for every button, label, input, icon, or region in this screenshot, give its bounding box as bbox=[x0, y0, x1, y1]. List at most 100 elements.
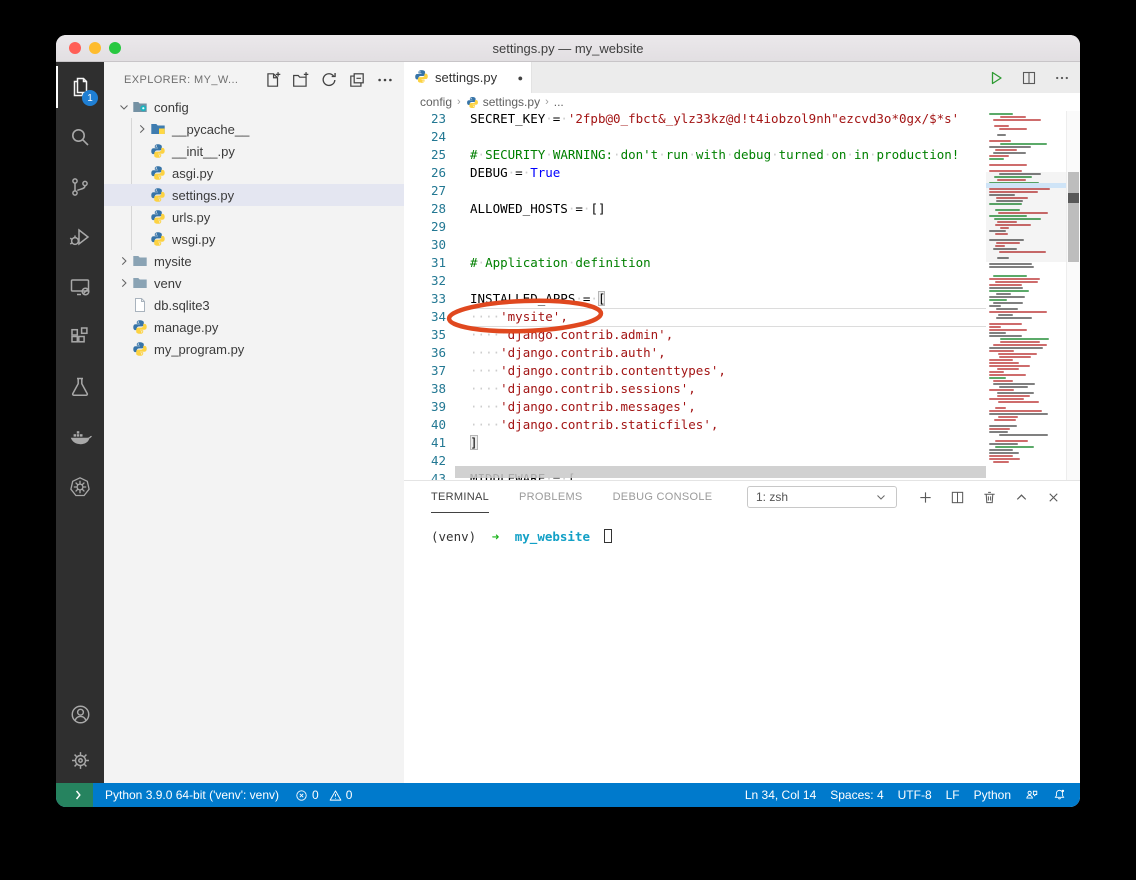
feedback-icon[interactable] bbox=[1018, 783, 1046, 807]
split-editor-button[interactable] bbox=[1021, 70, 1037, 86]
tree-item-label: venv bbox=[154, 276, 181, 291]
activity-test[interactable] bbox=[56, 362, 104, 412]
indentation-status[interactable]: Spaces: 4 bbox=[823, 783, 890, 807]
minimap-current-line bbox=[986, 183, 1066, 188]
breadcrumb: config › settings.py › ... bbox=[404, 93, 1080, 111]
tree-item-db-sqlite3[interactable]: db.sqlite3 bbox=[104, 294, 404, 316]
panel-tab-problems[interactable]: PROBLEMS bbox=[519, 481, 583, 513]
collapse-folders-icon[interactable] bbox=[348, 71, 366, 89]
line-number: 25 bbox=[404, 146, 446, 164]
minimap[interactable] bbox=[986, 111, 1066, 480]
zoom-window-button[interactable] bbox=[109, 42, 121, 54]
cursor-position-status[interactable]: Ln 34, Col 14 bbox=[738, 783, 823, 807]
activity-search[interactable] bbox=[56, 112, 104, 162]
activity-docker[interactable] bbox=[56, 412, 104, 462]
activity-run-debug[interactable] bbox=[56, 212, 104, 262]
minimap-line bbox=[989, 158, 1004, 160]
tree-item-mysite[interactable]: mysite bbox=[104, 250, 404, 272]
minimap-line bbox=[989, 452, 1019, 454]
maximize-panel-button[interactable] bbox=[1014, 490, 1029, 505]
scrollbar-thumb[interactable] bbox=[1068, 172, 1079, 262]
tab-strip: settings.py ● bbox=[404, 62, 1080, 93]
refresh-icon[interactable] bbox=[320, 71, 338, 89]
breadcrumb-config[interactable]: config bbox=[420, 95, 452, 109]
tree-item-asgi-py[interactable]: asgi.py bbox=[104, 162, 404, 184]
shell-selected-value: 1: zsh bbox=[756, 490, 788, 504]
minimap-line bbox=[989, 389, 1014, 391]
code-line: ] bbox=[470, 434, 478, 452]
activity-settings-gear[interactable] bbox=[56, 737, 104, 783]
explorer-badge: 1 bbox=[82, 90, 98, 106]
chevron-none-icon bbox=[134, 187, 150, 203]
tab-settings-py[interactable]: settings.py ● bbox=[404, 62, 532, 93]
minimap-line bbox=[993, 461, 1009, 463]
new-terminal-button[interactable] bbox=[918, 490, 933, 505]
minimap-line bbox=[989, 140, 1011, 142]
breadcrumb-symbol[interactable]: ... bbox=[554, 95, 564, 109]
activity-source-control[interactable] bbox=[56, 162, 104, 212]
more-actions-icon[interactable] bbox=[376, 71, 394, 89]
breadcrumb-file[interactable]: settings.py bbox=[483, 95, 540, 109]
more-actions-icon[interactable] bbox=[1054, 70, 1070, 86]
minimap-line bbox=[989, 371, 1004, 373]
horizontal-scrollbar[interactable] bbox=[455, 466, 986, 478]
minimap-line bbox=[998, 353, 1037, 355]
tree-item-venv[interactable]: venv bbox=[104, 272, 404, 294]
tree-item-urls-py[interactable]: urls.py bbox=[104, 206, 404, 228]
folder-icon bbox=[132, 253, 149, 269]
run-python-file-button[interactable] bbox=[988, 70, 1004, 86]
code-line: ····'django.contrib.messages', bbox=[470, 398, 696, 416]
language-mode-status[interactable]: Python bbox=[967, 783, 1018, 807]
eol-status[interactable]: LF bbox=[939, 783, 967, 807]
minimap-line bbox=[989, 155, 1009, 157]
tab-label: settings.py bbox=[435, 70, 497, 85]
minimize-window-button[interactable] bbox=[89, 42, 101, 54]
vertical-scrollbar[interactable] bbox=[1066, 111, 1080, 480]
line-number: 39 bbox=[404, 398, 446, 416]
activity-account[interactable] bbox=[56, 691, 104, 737]
python-interpreter-status[interactable]: Python 3.9.0 64-bit ('venv': venv) bbox=[97, 783, 287, 807]
close-window-button[interactable] bbox=[69, 42, 81, 54]
panel-tab-debug-console[interactable]: DEBUG CONSOLE bbox=[613, 481, 713, 513]
split-terminal-button[interactable] bbox=[950, 490, 965, 505]
activity-files[interactable]: 1 bbox=[56, 62, 104, 112]
tree-item-label: urls.py bbox=[172, 210, 210, 225]
tree-item-manage-py[interactable]: manage.py bbox=[104, 316, 404, 338]
window-title: settings.py — my_website bbox=[492, 41, 643, 56]
new-file-icon[interactable] bbox=[264, 71, 282, 89]
tree-item--init-py[interactable]: __init__.py bbox=[104, 140, 404, 162]
close-panel-button[interactable] bbox=[1046, 490, 1061, 505]
new-folder-icon[interactable] bbox=[292, 71, 310, 89]
minimap-line bbox=[995, 281, 1038, 283]
notifications-bell-icon[interactable] bbox=[1046, 783, 1074, 807]
tree-item-config[interactable]: config bbox=[104, 96, 404, 118]
activity-kubernetes[interactable] bbox=[56, 462, 104, 512]
terminal-output[interactable]: (venv) ➜ my_website bbox=[404, 513, 1080, 544]
tree-item-my-program-py[interactable]: my_program.py bbox=[104, 338, 404, 360]
activity-extensions[interactable] bbox=[56, 312, 104, 362]
problems-status[interactable]: 0 0 bbox=[287, 783, 360, 807]
line-number: 37 bbox=[404, 362, 446, 380]
minimap-line bbox=[1000, 116, 1026, 118]
kill-terminal-button[interactable] bbox=[982, 490, 997, 505]
encoding-status[interactable]: UTF-8 bbox=[891, 783, 939, 807]
minimap-line bbox=[989, 266, 1034, 268]
activity-remote-explorer[interactable] bbox=[56, 262, 104, 312]
extensions-icon bbox=[68, 325, 92, 349]
code-line: ····'django.contrib.staticfiles', bbox=[470, 416, 718, 434]
tree-item-settings-py[interactable]: settings.py bbox=[104, 184, 404, 206]
line-number: 41 bbox=[404, 434, 446, 452]
tree-item--pycache-[interactable]: __pycache__ bbox=[104, 118, 404, 140]
code-editor[interactable]: 23SECRET_KEY·=·'2fpb@0_fbct&_ylz33kz@d!t… bbox=[404, 111, 986, 480]
tree-item-label: settings.py bbox=[172, 188, 234, 203]
minimap-line bbox=[998, 416, 1018, 418]
explorer-sidebar: EXPLORER: MY_W... config__pycache____ini… bbox=[104, 62, 404, 783]
tree-item-wsgi-py[interactable]: wsgi.py bbox=[104, 228, 404, 250]
code-line: SECRET_KEY·=·'2fpb@0_fbct&_ylz33kz@d!t4i… bbox=[470, 111, 959, 128]
line-number: 24 bbox=[404, 128, 446, 146]
terminal-shell-select[interactable]: 1: zsh bbox=[747, 486, 897, 508]
remote-indicator[interactable] bbox=[56, 783, 93, 807]
panel-tab-terminal[interactable]: TERMINAL bbox=[431, 481, 489, 513]
source-control-icon bbox=[68, 175, 92, 199]
minimap-line bbox=[989, 410, 1042, 412]
